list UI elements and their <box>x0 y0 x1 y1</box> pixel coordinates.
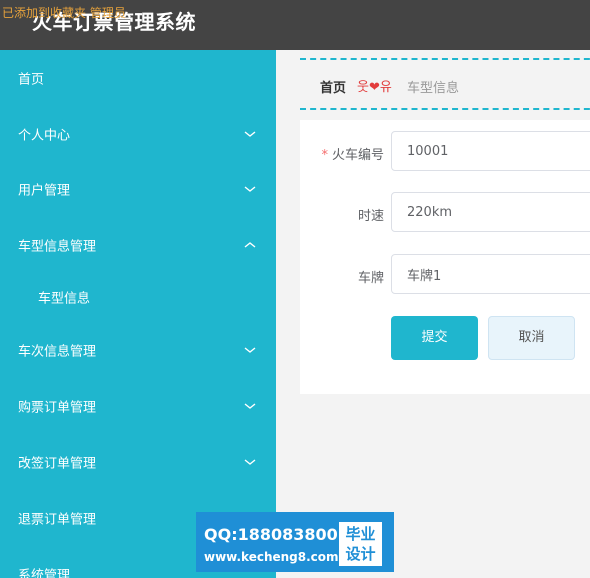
sidebar-item-vehicle-type-management[interactable]: 车型信息管理 <box>0 217 276 273</box>
watermark-badge-line1: 毕业 <box>345 525 376 543</box>
sidebar-item-label: 用户管理 <box>18 183 71 199</box>
top-header: 火车订票管理系统 已添加到收藏夹 管理员 <box>0 0 590 50</box>
chevron-down-icon <box>244 403 256 409</box>
breadcrumb-home[interactable]: 首页 <box>320 77 346 96</box>
speed-input[interactable] <box>391 192 590 232</box>
breadcrumb-current: 车型信息 <box>407 81 460 96</box>
train-number-label: * 火车编号 <box>321 148 384 163</box>
cancel-button[interactable]: 取消 <box>488 316 575 360</box>
sidebar-item-home[interactable]: 首页 <box>0 50 276 106</box>
sidebar-item-ticket-order-management[interactable]: 购票订单管理 <box>0 378 276 434</box>
sidebar: 首页 个人中心 用户管理 车型信息管理 车型信息 车次信息管理 购票订单管理 改… <box>0 50 276 578</box>
watermark-banner: QQ:188083800 www.kecheng8.com 毕业 设计 <box>196 512 394 572</box>
sidebar-item-user-management[interactable]: 用户管理 <box>0 161 276 217</box>
sidebar-item-label: 购票订单管理 <box>18 400 97 416</box>
chevron-down-icon <box>244 131 256 137</box>
chevron-up-icon <box>244 242 256 248</box>
license-plate-label: 车牌 <box>357 271 384 286</box>
sidebar-item-label: 个人中心 <box>18 128 71 144</box>
watermark-badge-line2: 设计 <box>345 545 376 563</box>
speed-label: 时速 <box>357 209 384 224</box>
sidebar-item-personal-center[interactable]: 个人中心 <box>0 106 276 162</box>
main-content: 首页 웃❤유 车型信息 *火车编号 时速 车牌 提交 取消 <box>276 50 590 578</box>
required-asterisk: * <box>321 148 328 163</box>
sidebar-item-label: 改签订单管理 <box>18 456 97 472</box>
sidebar-item-vehicle-type-info[interactable]: 车型信息 <box>0 269 276 325</box>
train-number-input[interactable] <box>391 131 590 171</box>
breadcrumb: 首页 웃❤유 车型信息 <box>300 58 590 110</box>
breadcrumb-separator-icon: 웃❤유 <box>357 80 392 95</box>
notice-text: 已添加到收藏夹 管理员 <box>2 6 126 20</box>
sidebar-item-train-schedule-management[interactable]: 车次信息管理 <box>0 322 276 378</box>
chevron-down-icon <box>244 459 256 465</box>
sidebar-item-label: 车型信息管理 <box>18 239 97 255</box>
sidebar-item-label: 车次信息管理 <box>18 344 97 360</box>
sidebar-item-label: 车型信息 <box>38 291 91 307</box>
watermark-qq: QQ:188083800 <box>204 525 338 544</box>
sidebar-item-label: 首页 <box>18 72 45 88</box>
sidebar-item-label: 退票订单管理 <box>18 512 97 528</box>
watermark-url: www.kecheng8.com <box>204 550 339 564</box>
license-plate-input[interactable] <box>391 254 590 294</box>
chevron-down-icon <box>244 186 256 192</box>
sidebar-item-change-order-management[interactable]: 改签订单管理 <box>0 434 276 490</box>
chevron-down-icon <box>244 347 256 353</box>
watermark-badge: 毕业 设计 <box>339 522 382 566</box>
sidebar-item-label: 系统管理 <box>18 568 71 578</box>
submit-button[interactable]: 提交 <box>391 316 478 360</box>
